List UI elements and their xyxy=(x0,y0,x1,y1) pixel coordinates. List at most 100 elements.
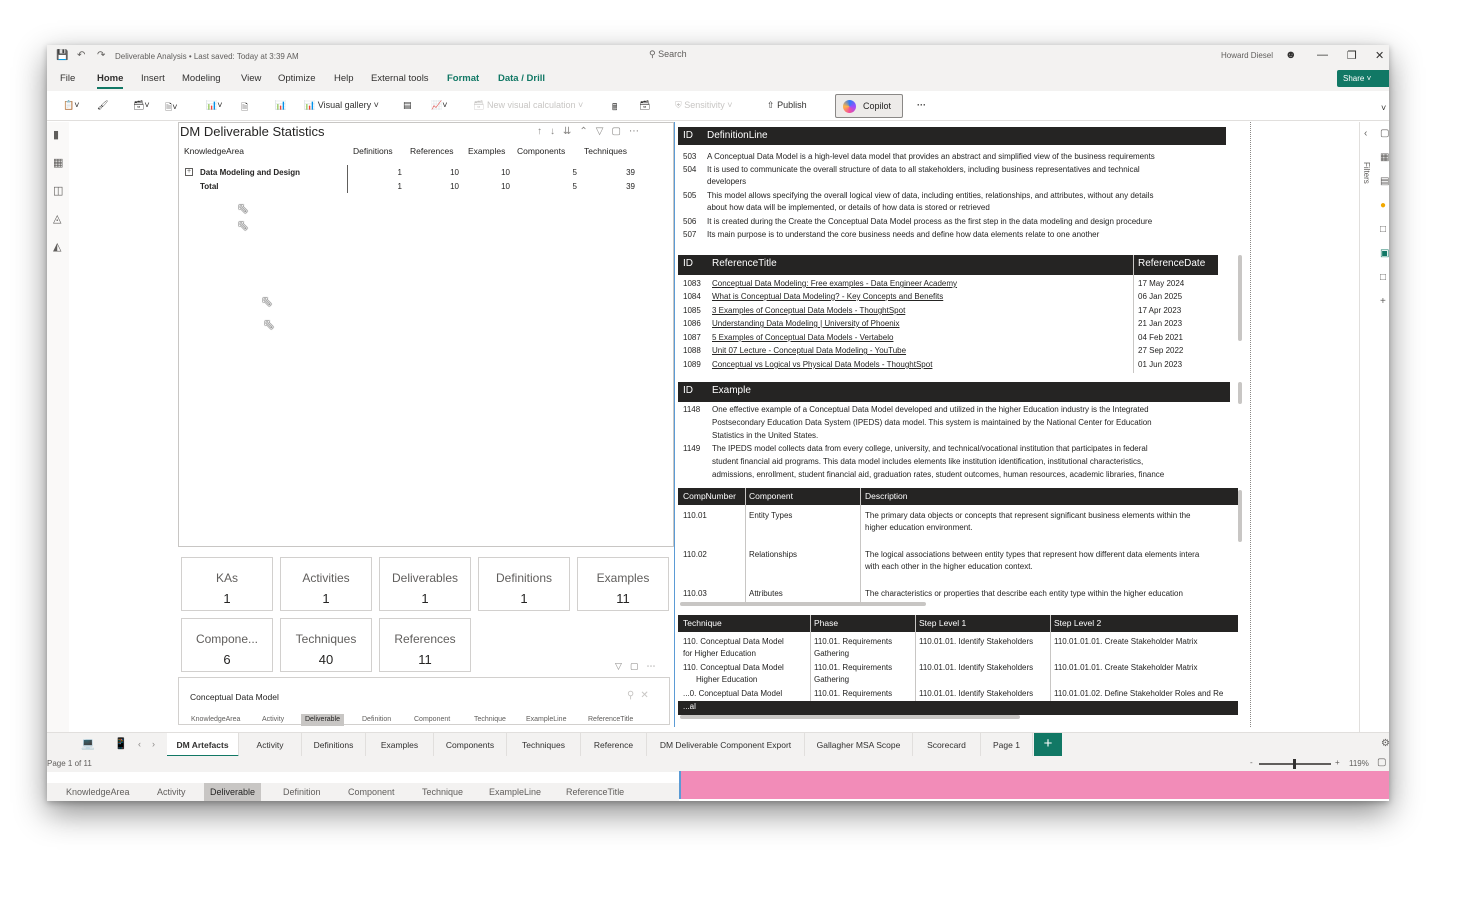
selection-pane-icon[interactable]: ▣ xyxy=(1380,248,1389,259)
performance-pane-icon[interactable]: □ xyxy=(1380,272,1386,283)
restore-icon[interactable]: ❐ xyxy=(1347,49,1357,62)
deliverable-stats-matrix[interactable] xyxy=(178,122,674,547)
reference-link[interactable]: Conceptual vs Logical vs Physical Data M… xyxy=(712,359,932,372)
field-chip[interactable]: Definition xyxy=(277,783,327,801)
reference-link[interactable]: 3 Examples of Conceptual Data Models - T… xyxy=(712,305,905,318)
tmdl-view-icon[interactable]: ◭ xyxy=(53,240,61,253)
quick-measure-icon[interactable]: 🗃 xyxy=(639,100,650,111)
tab-definitions[interactable]: Definitions xyxy=(302,733,366,757)
more-visuals-icon[interactable]: 📈˅ xyxy=(431,100,447,111)
copilot-pane-icon[interactable]: ● xyxy=(1380,200,1386,211)
menu-view[interactable]: View xyxy=(241,73,261,84)
field-chip[interactable]: ExampleLine xyxy=(483,783,547,801)
drill-down-icon[interactable]: ↓ xyxy=(550,126,563,137)
collapse-ribbon-icon[interactable]: ˅ xyxy=(1381,103,1386,113)
filter-icon[interactable]: ▽ xyxy=(615,661,630,671)
menu-file[interactable]: File xyxy=(60,73,75,84)
tab-dm-deliverable-component-export[interactable]: DM Deliverable Component Export xyxy=(647,733,805,757)
tab-components[interactable]: Components xyxy=(434,733,507,757)
card-components[interactable]: Compone... 6 xyxy=(181,618,273,672)
field-chip[interactable]: ReferenceTitle xyxy=(560,783,630,801)
column-header[interactable]: Step Level 2 xyxy=(1054,618,1101,628)
focus-mode-icon[interactable]: ▢ xyxy=(611,126,628,137)
matrix-header-components[interactable]: Components xyxy=(517,146,565,156)
tab-page-1[interactable]: Page 1 xyxy=(981,733,1033,757)
field-chip[interactable]: Component xyxy=(342,783,401,801)
filter-icon[interactable]: ▽ xyxy=(596,126,612,137)
components-table[interactable]: CompNumber Component Description 110.01 … xyxy=(678,488,1238,603)
field-chip[interactable]: Definition xyxy=(358,714,395,726)
matrix-header-definitions[interactable]: Definitions xyxy=(353,146,393,156)
filters-label[interactable]: Filters xyxy=(1362,162,1371,184)
add-page-button[interactable]: + xyxy=(1034,733,1062,756)
prev-page-icon[interactable]: ‹ xyxy=(138,739,141,749)
sensitivity-button[interactable]: ⛨ Sensitivity ˅ xyxy=(675,100,733,111)
matrix-header-knowledgearea[interactable]: KnowledgeArea xyxy=(184,146,244,156)
visual-gallery-button[interactable]: 📊 Visual gallery ˅ xyxy=(304,100,379,111)
reference-link[interactable]: 5 Examples of Conceptual Data Models - V… xyxy=(712,332,893,345)
user-icon[interactable]: ☻ xyxy=(1285,49,1297,61)
field-chip[interactable]: Technique xyxy=(416,783,469,801)
column-header[interactable]: ID xyxy=(683,130,693,141)
menu-optimize[interactable]: Optimize xyxy=(278,73,315,84)
column-header[interactable]: ID xyxy=(683,385,693,396)
publish-button[interactable]: ⇧ Publish xyxy=(767,100,807,111)
column-header[interactable]: Description xyxy=(865,491,908,501)
column-header[interactable]: Technique xyxy=(683,618,722,628)
tab-gallagher-msa-scope[interactable]: Gallagher MSA Scope xyxy=(805,733,913,757)
tab-dm-artefacts[interactable]: DM Artefacts xyxy=(167,733,239,757)
column-header[interactable]: DefinitionLine xyxy=(707,130,768,141)
field-chip[interactable]: ExampleLine xyxy=(522,714,570,726)
card-references[interactable]: References 11 xyxy=(379,618,471,672)
field-chip[interactable]: Activity xyxy=(151,783,192,801)
minimize-icon[interactable]: — xyxy=(1317,49,1328,61)
zoom-out-icon[interactable]: - xyxy=(1250,758,1253,767)
tab-techniques[interactable]: Techniques xyxy=(507,733,581,757)
format-pane-icon[interactable]: ▤ xyxy=(1380,176,1389,187)
tab-examples[interactable]: Examples xyxy=(366,733,434,757)
field-chip[interactable]: KnowledgeArea xyxy=(60,783,136,801)
search-input[interactable]: Conceptual Data Model xyxy=(190,692,279,702)
share-button[interactable]: Share ˅ xyxy=(1337,70,1389,87)
focus-mode-icon[interactable]: ▢ xyxy=(630,661,647,671)
more-options-icon[interactable]: ··· xyxy=(917,100,926,110)
column-header[interactable]: Example xyxy=(712,385,751,396)
clear-icon[interactable]: ✕ xyxy=(640,690,654,701)
transform-data-icon[interactable]: 📊˅ xyxy=(206,100,222,111)
card-definitions[interactable]: Definitions 1 xyxy=(478,557,570,611)
field-chip-selected[interactable]: Deliverable xyxy=(301,714,345,726)
bookmarks-pane-icon[interactable]: □ xyxy=(1380,224,1386,235)
field-chip[interactable]: Technique xyxy=(470,714,510,726)
matrix-header-references[interactable]: References xyxy=(410,146,453,156)
format-painter-icon[interactable]: 🖌 xyxy=(97,100,108,111)
expand-all-icon[interactable]: ⇊ xyxy=(563,126,579,137)
more-options-icon[interactable]: ⋯ xyxy=(629,126,647,137)
zoom-thumb[interactable] xyxy=(1293,759,1296,769)
column-header[interactable]: ReferenceDate xyxy=(1138,258,1205,269)
field-chip[interactable]: KnowledgeArea xyxy=(187,714,244,726)
reference-link[interactable]: What is Conceptual Data Modeling? - Key … xyxy=(712,291,943,304)
definitions-table[interactable]: ID DefinitionLine 503 A Conceptual Data … xyxy=(678,127,1226,243)
recent-sources-icon[interactable]: 🗎˅ xyxy=(165,100,178,116)
menu-data-drill[interactable]: Data / Drill xyxy=(498,73,545,84)
new-visual-icon[interactable]: 📊 xyxy=(275,100,286,111)
calculator-icon[interactable]: 🖩 xyxy=(612,100,617,116)
card-activities[interactable]: Activities 1 xyxy=(280,557,372,611)
column-header[interactable]: Component xyxy=(749,491,793,501)
field-chip[interactable]: Activity xyxy=(258,714,288,726)
add-pane-icon[interactable]: + xyxy=(1380,296,1386,307)
techniques-horizontal-scrollbar[interactable] xyxy=(680,715,1020,719)
menu-insert[interactable]: Insert xyxy=(141,73,165,84)
search-box[interactable]: ⚲ Search xyxy=(649,49,687,60)
report-view-icon[interactable]: ▮ xyxy=(53,128,59,141)
examples-table[interactable]: ID Example 1148 One effective example of… xyxy=(678,382,1230,482)
fit-to-page-icon[interactable]: ▢ xyxy=(1377,757,1386,768)
settings-icon[interactable]: ⚙ xyxy=(1381,738,1389,749)
card-kas[interactable]: KAs 1 xyxy=(181,557,273,611)
undo-icon[interactable]: ↶ xyxy=(77,50,85,61)
zoom-level[interactable]: 119% xyxy=(1349,759,1369,768)
card-deliverables[interactable]: Deliverables 1 xyxy=(379,557,471,611)
dax-query-icon[interactable]: ◬ xyxy=(53,212,61,225)
field-chip[interactable]: Component xyxy=(410,714,454,726)
matrix-row-label[interactable]: Data Modeling and Design xyxy=(200,168,300,177)
